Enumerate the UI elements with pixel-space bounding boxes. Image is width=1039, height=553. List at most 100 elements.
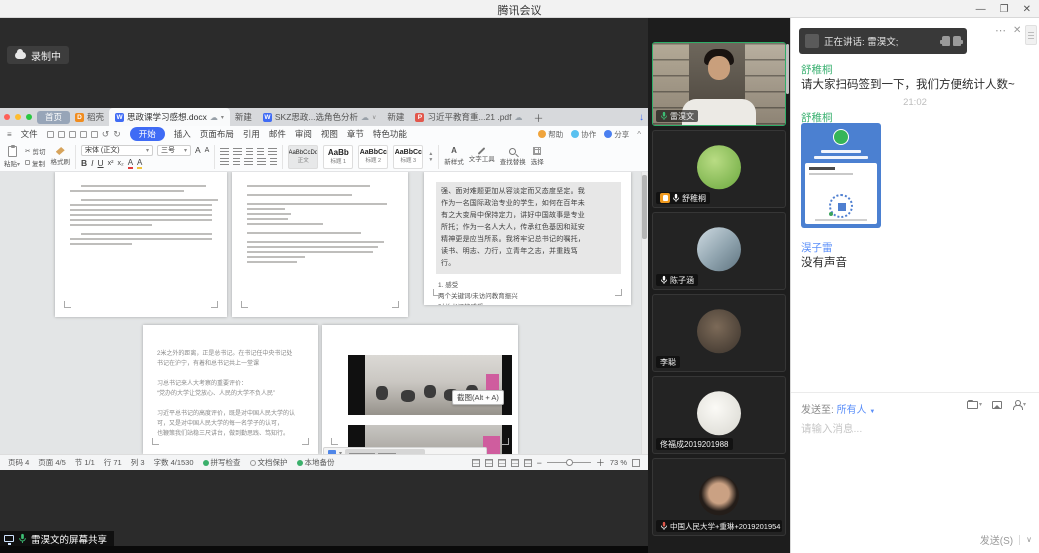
style-heading1[interactable]: AaBb 标题 1 bbox=[323, 145, 353, 169]
select-button[interactable]: 选择 bbox=[531, 147, 544, 166]
fit-page-icon[interactable] bbox=[632, 459, 640, 467]
zoom-slider-knob[interactable] bbox=[566, 459, 573, 466]
local-backup-toggle[interactable]: 本地备份 bbox=[297, 457, 335, 468]
zoom-slider[interactable] bbox=[547, 462, 591, 463]
participant-scrollbar[interactable] bbox=[786, 44, 789, 94]
screenshot-button[interactable] bbox=[992, 401, 1002, 409]
menu-tab-mail[interactable]: 邮件 bbox=[269, 128, 286, 140]
line-spacing-icon[interactable] bbox=[257, 158, 266, 166]
new-style-button[interactable]: A 新样式 bbox=[444, 147, 464, 166]
tab-docer[interactable]: D 稻壳 bbox=[75, 111, 104, 123]
bold-button[interactable]: B bbox=[81, 158, 87, 168]
status-word-count[interactable]: 字数 4/1530 bbox=[154, 457, 194, 468]
doc-protect-toggle[interactable]: 文档保护 bbox=[250, 457, 288, 468]
mention-button[interactable]: ▾ bbox=[1012, 400, 1026, 409]
align-right-icon[interactable] bbox=[244, 158, 253, 166]
font-size-select[interactable]: 三号▾ bbox=[157, 145, 191, 156]
zoom-out-button[interactable]: − bbox=[537, 459, 542, 467]
output-icon[interactable] bbox=[58, 131, 65, 138]
chat-drag-handle[interactable] bbox=[1025, 25, 1037, 45]
menu-tab-page-layout[interactable]: 页面布局 bbox=[200, 128, 234, 140]
menu-tab-view[interactable]: 视图 bbox=[321, 128, 338, 140]
underline-button[interactable]: U bbox=[97, 158, 103, 168]
signin-card-image[interactable] bbox=[801, 123, 881, 228]
message-input[interactable]: 请输入消息... bbox=[801, 421, 862, 436]
participant-tile-tongfucheng[interactable]: 佟福成2019201988 bbox=[652, 376, 786, 454]
collapse-ribbon-button[interactable]: ^ bbox=[637, 130, 641, 139]
preview-icon[interactable] bbox=[80, 131, 87, 138]
menu-tab-start[interactable]: 开始 bbox=[130, 127, 165, 141]
new-tab-button[interactable]: ＋ bbox=[534, 110, 544, 125]
subscript-button[interactable]: x₂ bbox=[117, 160, 123, 167]
tab-wps-home[interactable]: 首页 bbox=[37, 111, 70, 124]
close-button[interactable]: ✕ bbox=[1023, 4, 1031, 15]
menu-tab-review[interactable]: 审阅 bbox=[295, 128, 312, 140]
print-icon[interactable] bbox=[69, 131, 76, 138]
align-center-icon[interactable] bbox=[233, 158, 240, 166]
style-normal[interactable]: AaBbCcDd 正文 bbox=[288, 145, 318, 169]
tab-new-2[interactable]: 新建 bbox=[387, 111, 404, 123]
save-icon[interactable] bbox=[47, 131, 54, 138]
download-icon[interactable]: ↓ bbox=[639, 112, 644, 123]
menu-file[interactable]: 文件 bbox=[21, 128, 38, 140]
undo-icon[interactable]: ↺ bbox=[102, 129, 110, 140]
send-button[interactable]: 发送(S) bbox=[980, 532, 1013, 547]
zoom-level[interactable]: 73 % bbox=[610, 458, 627, 467]
outdent-icon[interactable] bbox=[246, 148, 253, 156]
shading-icon[interactable] bbox=[270, 158, 277, 166]
find-replace-button[interactable]: 查找替换 bbox=[500, 148, 526, 166]
maximize-button[interactable]: ❐ bbox=[1000, 4, 1009, 15]
menu-tab-references[interactable]: 引用 bbox=[243, 128, 260, 140]
menu-tab-special[interactable]: 特色功能 bbox=[373, 128, 407, 140]
participant-tile-chenzihan[interactable]: 陈子涵 bbox=[652, 212, 786, 290]
mac-minimize-dot[interactable] bbox=[15, 114, 21, 120]
tab-chevron-icon[interactable]: ∨ bbox=[372, 114, 376, 121]
document-scrollbar[interactable] bbox=[641, 172, 648, 454]
font-name-select[interactable]: 宋体 (正文)▾ bbox=[81, 145, 153, 156]
view-mode-icon-5[interactable] bbox=[524, 459, 532, 467]
style-gallery-scroll[interactable]: ▲▼ bbox=[428, 151, 433, 163]
grow-font-button[interactable]: A bbox=[195, 145, 201, 155]
send-options-chevron[interactable]: ∨ bbox=[1026, 535, 1032, 544]
view-mode-icon-2[interactable] bbox=[485, 459, 493, 467]
participant-tile-licong[interactable]: 李聪 bbox=[652, 294, 786, 372]
tab-new-1[interactable]: 新建 bbox=[235, 111, 252, 123]
shrink-font-button[interactable]: A bbox=[205, 147, 210, 154]
participant-tile-ruc-zhonglin[interactable]: 中国人民大学+重琳+2019201954 bbox=[652, 458, 786, 536]
tab-pdf-document[interactable]: P 习近平教育重...21 .pdf ☁ bbox=[409, 108, 528, 126]
send-to-selector[interactable]: 发送至: 所有人 ▼ bbox=[801, 401, 875, 416]
scrollbar-thumb[interactable] bbox=[642, 175, 647, 239]
mac-close-dot[interactable] bbox=[4, 114, 10, 120]
copy-button[interactable]: 复制 bbox=[25, 158, 45, 168]
help-button[interactable]: 帮助 bbox=[538, 129, 563, 140]
tab-caret-icon[interactable]: ▾ bbox=[221, 114, 224, 121]
format-painter-button[interactable]: 格式刷 bbox=[50, 147, 70, 166]
align-left-icon[interactable] bbox=[220, 158, 229, 166]
cut-button[interactable]: ✂剪切 bbox=[25, 146, 45, 156]
tab-document-active[interactable]: W 思政课学习感想.docx ☁ ▾ bbox=[109, 108, 230, 126]
highlight-button[interactable]: A bbox=[137, 158, 142, 169]
tab-document-2[interactable]: W SKZ思政...选角色分析 ☁ ∨ bbox=[257, 108, 383, 126]
spell-check-toggle[interactable]: 拼写检查 bbox=[203, 457, 241, 468]
font-color-button[interactable]: A bbox=[128, 158, 133, 169]
menu-tab-section[interactable]: 章节 bbox=[347, 128, 364, 140]
style-heading3[interactable]: AaBbCc 标题 3 bbox=[393, 145, 423, 169]
redo-icon[interactable]: ↻ bbox=[113, 129, 121, 140]
clear-format-icon[interactable] bbox=[268, 148, 277, 156]
chat-more-button[interactable]: ⋯ bbox=[995, 24, 1006, 37]
hamburger-icon[interactable]: ≡ bbox=[7, 130, 12, 139]
participant-tile-leihaowen[interactable]: 雷淏文 bbox=[652, 42, 786, 126]
indent-icon[interactable] bbox=[257, 148, 264, 156]
chat-close-button[interactable]: ✕ bbox=[1013, 25, 1021, 36]
zoom-in-button[interactable]: ＋ bbox=[596, 459, 605, 467]
view-mode-icon-3[interactable] bbox=[498, 459, 506, 467]
participant-tile-shuzhitong[interactable]: 舒稚桐 bbox=[652, 130, 786, 208]
superscript-button[interactable]: x² bbox=[108, 160, 114, 167]
view-mode-icon-4[interactable] bbox=[511, 459, 519, 467]
style-heading2[interactable]: AaBbCc 标题 2 bbox=[358, 145, 388, 169]
mac-zoom-dot[interactable] bbox=[26, 114, 32, 120]
italic-button[interactable]: I bbox=[91, 158, 93, 168]
number-list-icon[interactable] bbox=[233, 148, 242, 156]
share-button[interactable]: 分享 bbox=[604, 129, 629, 140]
collaborate-button[interactable]: 协作 bbox=[571, 129, 596, 140]
